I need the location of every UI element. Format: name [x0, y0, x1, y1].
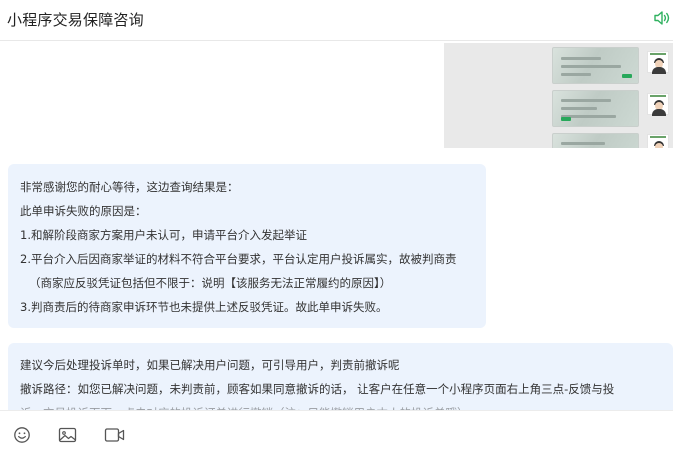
- message-line: 撤诉路径：如您已解决问题，未判责前，顾客如果同意撤诉的话， 让客户在任意一个小程…: [20, 382, 615, 396]
- page-title: 小程序交易保障咨询: [7, 11, 144, 29]
- message-line: 此单申诉失败的原因是：: [20, 204, 147, 218]
- chat-area[interactable]: 非常感谢您的耐心等待，这边查询结果是： 此单申诉失败的原因是： 1.和解阶段商家…: [0, 41, 673, 411]
- message-line: 2.平台介入后因商家举证的材料不符合平台要求，平台认定用户投诉属实，故被判商责: [20, 252, 457, 266]
- avatar: [647, 93, 669, 116]
- message-line: 3.判商责后的待商家申诉环节也未提供上述反驳凭证。故此单申诉失败。: [20, 300, 388, 314]
- emoji-icon[interactable]: [13, 425, 31, 445]
- message-bubble: 建议今后处理投诉单时，如果已解决用户问题，可引导用户，判责前撤诉呢 撤诉路径：如…: [8, 343, 673, 411]
- screenshot-thumbnail[interactable]: [552, 133, 639, 148]
- video-icon[interactable]: [104, 425, 125, 445]
- screenshot-thumbnail[interactable]: [552, 47, 639, 84]
- message-line: （商家应反驳凭证包括但不限于：说明【该服务无法正常履约的原因】）: [29, 276, 392, 290]
- message-line: 非常感谢您的耐心等待，这边查询结果是：: [20, 180, 239, 194]
- avatar: [647, 51, 669, 74]
- message-bubble: 非常感谢您的耐心等待，这边查询结果是： 此单申诉失败的原因是： 1.和解阶段商家…: [8, 164, 486, 328]
- screenshot-thumbnail[interactable]: [552, 90, 639, 127]
- avatar: [647, 134, 669, 148]
- chat-header: 小程序交易保障咨询: [0, 0, 673, 41]
- image-icon[interactable]: [58, 425, 77, 445]
- input-toolbar: [0, 410, 673, 469]
- speaker-icon[interactable]: [653, 9, 671, 27]
- message-line: 建议今后处理投诉单时，如果已解决用户问题，可引导用户，判责前撤诉呢: [20, 358, 400, 372]
- message-line: 1.和解阶段商家方案用户未认可，申请平台介入发起举证: [20, 228, 307, 242]
- image-message[interactable]: [444, 43, 673, 148]
